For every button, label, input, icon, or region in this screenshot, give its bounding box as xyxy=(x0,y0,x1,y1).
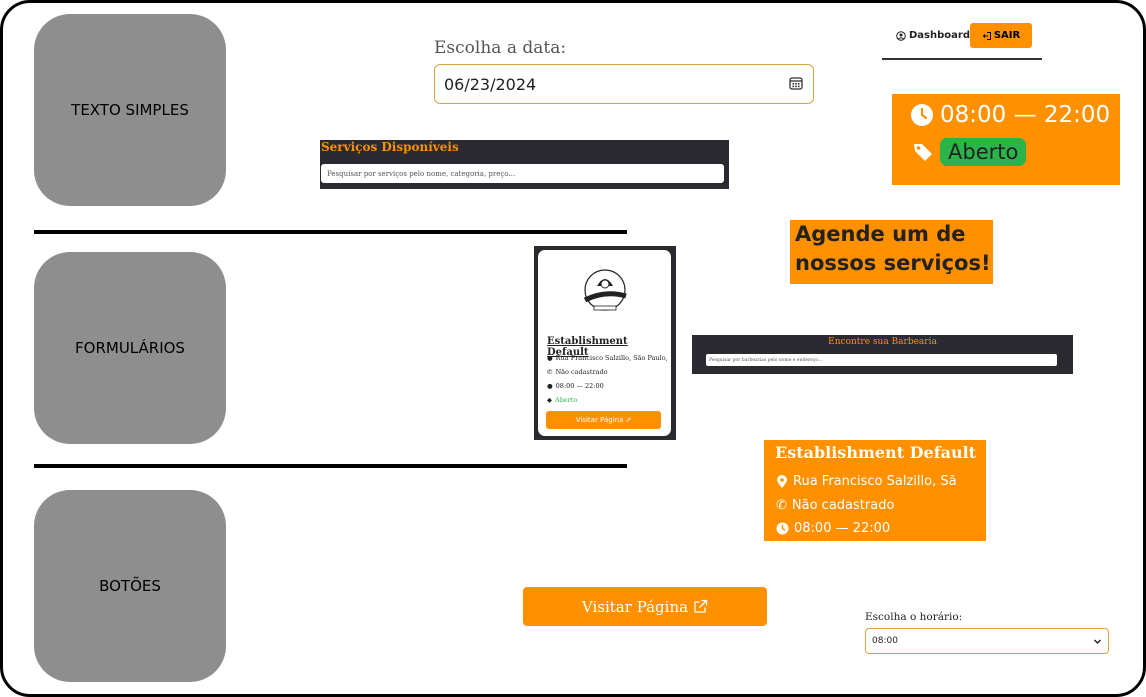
clock-icon: ● xyxy=(547,382,553,390)
establishment-phone: Não cadastrado xyxy=(791,498,895,513)
clock-icon xyxy=(911,104,933,126)
barbearia-search-input[interactable]: Pesquisar por barbearias pelo nome e end… xyxy=(706,354,1057,366)
establishment-phone-row: ✆ Não cadastrado xyxy=(776,498,894,513)
phone-icon: ✆ xyxy=(547,368,553,376)
sair-label: SAIR xyxy=(993,30,1021,41)
shop-card: Establishment Default ● Rua Francisco Sa… xyxy=(538,250,671,436)
section-box-botoes: BOTÕES xyxy=(34,490,226,682)
divider xyxy=(34,230,627,234)
dashboard-nav: Dashboard SAIR xyxy=(882,22,1042,60)
visit-label: Visitar Página xyxy=(575,416,624,424)
time-label: Escolha o horário: xyxy=(865,611,963,623)
section-box-texto-simples: TEXTO SIMPLES xyxy=(34,14,226,206)
date-input[interactable]: 06/23/2024 xyxy=(434,64,814,104)
shop-status: Aberto xyxy=(555,396,578,404)
establishment-hours: 08:00 — 22:00 xyxy=(794,521,891,536)
location-pin-icon xyxy=(777,474,787,488)
shop-status-row: ◆ Aberto xyxy=(547,396,577,404)
shop-address-row: ● Rua Francisco Salzillo, São Paulo, xyxy=(547,354,668,362)
hours-card: 08:00 — 22:00 Aberto xyxy=(892,94,1120,185)
servicos-title: Serviços Disponíveis xyxy=(321,140,459,154)
section-label: FORMULÁRIOS xyxy=(75,339,185,357)
barbearia-panel: Encontre sua Barbearia Pesquisar por bar… xyxy=(692,335,1073,374)
shop-hours: 08:00 — 22:00 xyxy=(555,382,604,390)
sair-button[interactable]: SAIR xyxy=(970,23,1032,48)
shop-phone-row: ✆ Não cadastrado xyxy=(547,368,608,376)
section-label: TEXTO SIMPLES xyxy=(71,101,189,119)
shop-phone: Não cadastrado xyxy=(555,368,608,376)
shop-card-container: Establishment Default ● Rua Francisco Sa… xyxy=(534,246,676,440)
establishment-address: Rua Francisco Salzillo, Sã xyxy=(793,474,957,489)
location-pin-icon: ● xyxy=(547,354,553,362)
agende-line-2: nossos serviços! xyxy=(795,251,991,275)
date-value: 06/23/2024 xyxy=(444,74,537,94)
logout-icon xyxy=(982,31,991,40)
servicos-panel: Serviços Disponíveis Pesquisar por servi… xyxy=(320,140,729,189)
dashboard-link[interactable]: Dashboard xyxy=(896,30,970,41)
establishment-card: Establishment Default Rua Francisco Salz… xyxy=(764,440,986,541)
calendar-icon[interactable] xyxy=(789,75,803,94)
agende-line-1: Agende um de xyxy=(795,222,966,246)
dashboard-label: Dashboard xyxy=(909,30,970,41)
phone-icon: ✆ xyxy=(776,498,787,513)
establishment-address-row: Rua Francisco Salzillo, Sã xyxy=(776,474,957,489)
time-value: 08:00 xyxy=(872,636,898,646)
external-link-icon xyxy=(694,599,708,613)
status-row: Aberto xyxy=(912,138,1027,166)
hours-row: 08:00 — 22:00 xyxy=(910,102,1110,128)
clock-icon xyxy=(776,522,789,535)
visit-page-button[interactable]: Visitar Página xyxy=(523,587,767,626)
barbearia-title: Encontre sua Barbearia xyxy=(828,337,937,347)
section-box-formularios: FORMULÁRIOS xyxy=(34,252,226,444)
visit-page-button-small[interactable]: Visitar Página ↗ xyxy=(546,411,661,429)
date-label: Escolha a data: xyxy=(434,38,567,58)
divider xyxy=(34,464,627,468)
visit-label: Visitar Página xyxy=(581,597,689,616)
user-circle-icon xyxy=(896,30,906,41)
establishment-hours-row: 08:00 — 22:00 xyxy=(776,521,890,536)
tag-icon: ◆ xyxy=(547,396,552,404)
external-link-icon: ↗ xyxy=(625,416,632,424)
section-label: BOTÕES xyxy=(99,577,161,595)
shop-address: Rua Francisco Salzillo, São Paulo, xyxy=(555,354,668,362)
tag-icon xyxy=(914,144,932,161)
barber-logo-icon xyxy=(583,269,627,311)
chevron-down-icon xyxy=(1093,638,1102,644)
hours-text: 08:00 — 22:00 xyxy=(940,102,1111,128)
servicos-search-input[interactable]: Pesquisar por serviços pelo nome, catego… xyxy=(321,164,724,183)
status-badge: Aberto xyxy=(940,138,1027,166)
agende-heading: Agende um de nossos serviços! xyxy=(790,220,993,284)
shop-hours-row: ● 08:00 — 22:00 xyxy=(547,382,604,390)
establishment-name: Establishment Default xyxy=(775,443,977,462)
time-select[interactable]: 08:00 xyxy=(865,628,1109,654)
